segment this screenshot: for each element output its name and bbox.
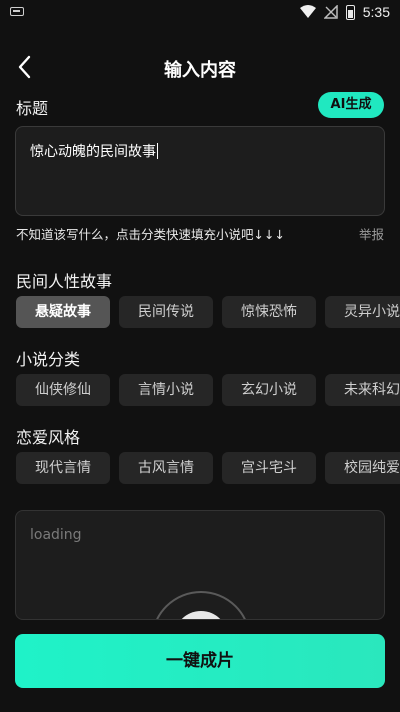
romance-section-label: 恋爱风格 [16,428,81,447]
header: 输入内容 [0,44,400,90]
page-title: 输入内容 [164,60,236,81]
title-label: 标题 [16,99,49,118]
folk-section-label: 民间人性故事 [16,272,113,291]
chip-modern-romance[interactable]: 现代言情 [16,452,110,484]
chip-suspense[interactable]: 悬疑故事 [16,296,110,328]
chip-fantasy[interactable]: 玄幻小说 [222,374,316,406]
folk-chip-row: 悬疑故事 民间传说 惊悚恐怖 灵异小说 [16,296,400,328]
text-caret [157,143,158,159]
report-link[interactable]: 举报 [359,224,384,243]
novel-section-label: 小说分类 [16,350,81,369]
title-input[interactable]: 惊心动魄的民间故事 [15,126,385,216]
one-click-generate-button[interactable]: 一键成片 [15,634,385,688]
hint-text: 不知道该写什么，点击分类快速填充小说吧↓↓↓ [16,227,285,242]
chip-scifi[interactable]: 未来科幻 [325,374,400,406]
chip-ancient-romance[interactable]: 古风言情 [119,452,213,484]
romance-chip-row: 现代言情 古风言情 宫斗宅斗 校园纯爱 [16,452,400,484]
chip-supernatural[interactable]: 灵异小说 [325,296,400,328]
chip-folk-legend[interactable]: 民间传说 [119,296,213,328]
wifi-icon [299,5,316,18]
ai-generate-button[interactable]: AI生成 [318,92,384,118]
preview-area: loading [15,510,385,620]
novel-chip-row: 仙侠修仙 言情小说 玄幻小说 未来科幻 [16,374,400,406]
chip-xianxia[interactable]: 仙侠修仙 [16,374,110,406]
loading-text: loading [30,527,82,543]
no-signal-icon [323,5,338,19]
keyboard-icon [10,7,24,16]
status-bar: 5:35 [0,0,400,24]
battery-icon [345,4,355,20]
chip-romance-novel[interactable]: 言情小说 [119,374,213,406]
chip-thriller[interactable]: 惊悚恐怖 [222,296,316,328]
chip-palace[interactable]: 宫斗宅斗 [222,452,316,484]
title-input-value: 惊心动魄的民间故事 [30,144,156,160]
chip-campus[interactable]: 校园纯爱 [325,452,400,484]
status-time: 5:35 [362,4,390,20]
